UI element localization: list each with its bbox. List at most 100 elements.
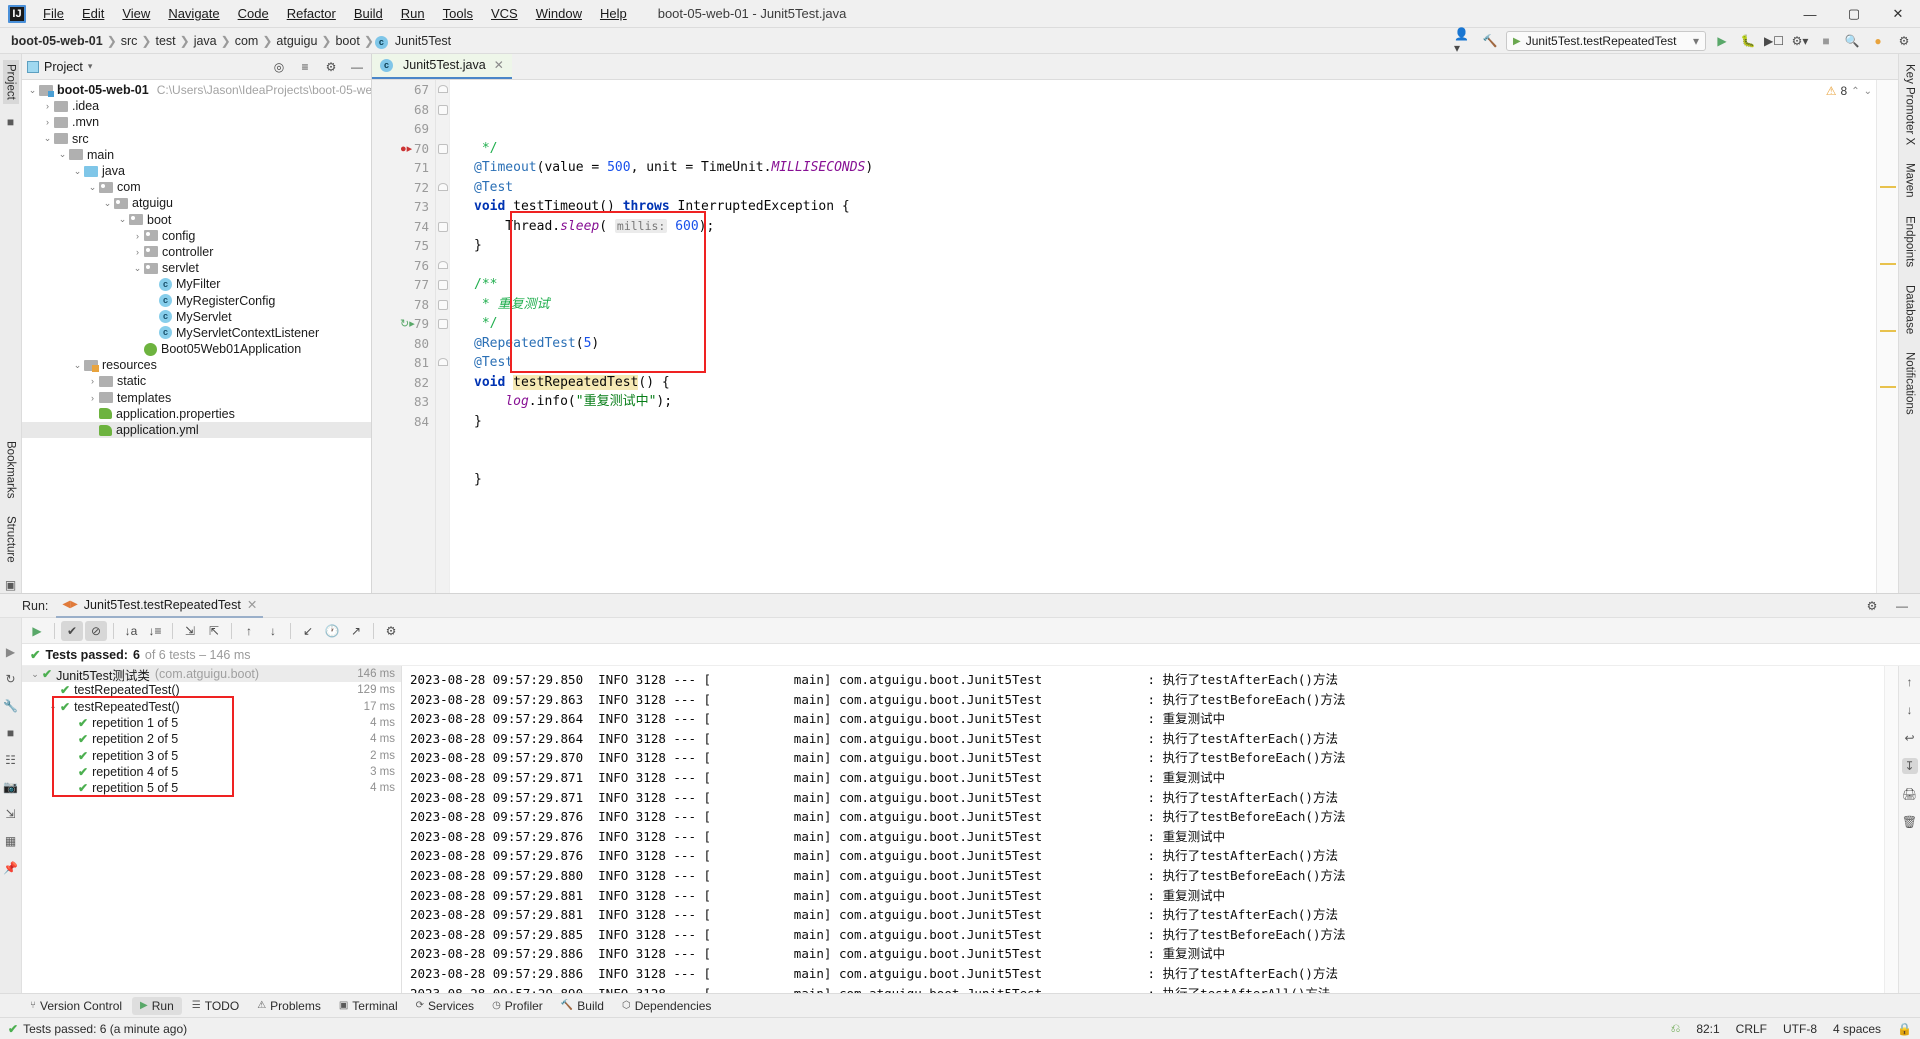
sidebar-item-structure[interactable]: Structure xyxy=(3,512,19,567)
project-tree-item[interactable]: application.yml xyxy=(22,422,371,438)
project-tree-item[interactable]: ›.idea xyxy=(22,98,371,114)
fold-marker[interactable] xyxy=(438,105,448,115)
gear-icon[interactable]: ⚙ xyxy=(321,57,341,77)
sidebar-item-endpoints[interactable]: Endpoints xyxy=(1902,212,1918,271)
sidebar-item-bookmarks[interactable]: Bookmarks xyxy=(3,437,19,503)
sidebar-item-maven[interactable]: Maven xyxy=(1902,159,1918,202)
pin-icon[interactable]: 📌 xyxy=(3,860,19,876)
rerun-test-icon[interactable]: ↻▸ xyxy=(400,317,415,330)
project-tree-item[interactable]: cMyFilter xyxy=(22,276,371,292)
project-tree-item[interactable]: ⌄atguigu xyxy=(22,195,371,211)
chevron-down-icon[interactable]: ⌄ xyxy=(1864,86,1872,97)
run-button[interactable]: ▶ xyxy=(1712,31,1732,51)
hide-icon[interactable]: — xyxy=(1892,596,1912,616)
project-tree-item[interactable]: ⌄com xyxy=(22,179,371,195)
code-line[interactable]: @Test xyxy=(474,353,1898,373)
project-tree-item[interactable]: ›static xyxy=(22,373,371,389)
project-tree-item[interactable]: ⌄src xyxy=(22,131,371,147)
bottom-tab-profiler[interactable]: ◷Profiler xyxy=(484,997,551,1015)
sidebar-item-key-promoter[interactable]: Key Promoter X xyxy=(1902,60,1918,149)
breadcrumb-item-test[interactable]: test xyxy=(152,34,178,48)
trash-icon[interactable]: 🗑 xyxy=(1902,814,1918,830)
bottom-tab-version-control[interactable]: ⑂Version Control xyxy=(22,997,130,1015)
close-icon[interactable]: ✕ xyxy=(494,58,504,72)
test-tree-item[interactable]: ✔repetition 5 of 54 ms xyxy=(22,780,401,796)
import-icon[interactable]: ⇲ xyxy=(3,806,19,822)
menu-tools[interactable]: Tools xyxy=(434,2,482,25)
bottom-tab-todo[interactable]: ☰TODO xyxy=(184,997,247,1015)
chevron-down-icon[interactable]: ⌄ xyxy=(26,85,39,96)
scroll-to-source-button[interactable]: ↙ xyxy=(297,621,319,641)
rerun-failed-icon[interactable]: ↻ xyxy=(3,671,19,687)
maximize-button[interactable]: ▢ xyxy=(1832,0,1876,28)
project-tree[interactable]: ⌄boot-05-web-01C:\Users\Jason\IdeaProjec… xyxy=(22,80,371,593)
expand-all-button[interactable]: ⇲ xyxy=(179,621,201,641)
next-failed-button[interactable]: ↓ xyxy=(262,621,284,641)
fold-marker[interactable] xyxy=(438,358,448,366)
code-line[interactable]: void testRepeatedTest() { xyxy=(474,373,1898,393)
code-line[interactable]: @Timeout(value = 500, unit = TimeUnit.MI… xyxy=(474,158,1898,178)
sidebar-item-notifications[interactable]: Notifications xyxy=(1902,348,1918,419)
code-line[interactable]: */ xyxy=(474,139,1898,159)
test-tree-item[interactable]: ✔testRepeatedTest()129 ms xyxy=(22,682,401,698)
project-tree-item[interactable]: ›controller xyxy=(22,244,371,260)
project-tree-item[interactable]: ⌄main xyxy=(22,147,371,163)
menu-build[interactable]: Build xyxy=(345,2,392,25)
code-line[interactable] xyxy=(474,451,1898,471)
scroll-to-end-icon[interactable]: ↧ xyxy=(1902,758,1918,774)
breadcrumb-item-atguigu[interactable]: atguigu xyxy=(273,34,320,48)
project-tree-item[interactable]: ⌄servlet xyxy=(22,260,371,276)
close-icon[interactable]: ✕ xyxy=(247,597,257,612)
grid-icon[interactable]: ▦ xyxy=(3,833,19,849)
line-separator[interactable]: CRLF xyxy=(1736,1022,1767,1036)
profile-icon[interactable]: ⚙▾ xyxy=(1790,31,1810,51)
run-test-icon[interactable]: ●▸ xyxy=(400,142,412,155)
show-passed-toggle[interactable]: ✔ xyxy=(61,621,83,641)
fold-marker[interactable] xyxy=(438,261,448,269)
project-tree-item[interactable]: application.properties xyxy=(22,406,371,422)
code-line[interactable]: } xyxy=(474,470,1898,490)
show-ignored-toggle[interactable]: ⊘ xyxy=(85,621,107,641)
chevron-up-icon[interactable]: ⌃ xyxy=(1851,86,1859,97)
code-line[interactable]: } xyxy=(474,236,1898,256)
settings-icon[interactable]: ⚙ xyxy=(1894,31,1914,51)
chevron-down-icon[interactable]: ⌄ xyxy=(56,149,69,160)
soft-wrap-icon[interactable]: ↩ xyxy=(1902,730,1918,746)
project-tree-item[interactable]: ⌄boot-05-web-01C:\Users\Jason\IdeaProjec… xyxy=(22,82,371,98)
project-tree-item[interactable]: cMyServlet xyxy=(22,309,371,325)
menu-window[interactable]: Window xyxy=(527,2,591,25)
coverage-icon[interactable]: ▶☐ xyxy=(1764,31,1784,51)
editor-fold-column[interactable] xyxy=(436,80,450,593)
code-line[interactable] xyxy=(474,256,1898,276)
rerun-small-icon[interactable]: ▶ xyxy=(3,644,19,660)
close-button[interactable]: ✕ xyxy=(1876,0,1920,28)
menu-edit[interactable]: Edit xyxy=(73,2,113,25)
account-icon[interactable]: 👤▾ xyxy=(1454,31,1474,51)
test-results-tree[interactable]: ⌄✔Junit5Test测试类(com.atguigu.boot)146 ms✔… xyxy=(22,666,402,993)
camera-icon[interactable]: 📷 xyxy=(3,779,19,795)
fold-marker[interactable] xyxy=(438,183,448,191)
menu-view[interactable]: View xyxy=(113,2,159,25)
project-tree-item[interactable]: ›.mvn xyxy=(22,114,371,130)
chevron-down-icon[interactable]: ⌄ xyxy=(28,669,42,680)
test-settings-button[interactable]: ⚙ xyxy=(380,621,402,641)
editor-marker-bar[interactable] xyxy=(1876,80,1898,593)
previous-failed-button[interactable]: ↑ xyxy=(238,621,260,641)
fold-marker[interactable] xyxy=(438,319,448,329)
gear-icon[interactable]: ⚙ xyxy=(1862,596,1882,616)
code-line[interactable]: */ xyxy=(474,314,1898,334)
export-button[interactable]: ↗ xyxy=(345,621,367,641)
fold-marker[interactable] xyxy=(438,85,448,93)
chevron-down-icon[interactable]: ⌄ xyxy=(131,263,144,274)
updates-icon[interactable]: ● xyxy=(1868,31,1888,51)
chevron-right-icon[interactable]: › xyxy=(131,231,144,241)
chevron-down-icon[interactable]: ⌄ xyxy=(86,182,99,193)
fold-marker[interactable] xyxy=(438,300,448,310)
lock-icon[interactable]: 🔒 xyxy=(1897,1022,1912,1036)
chevron-right-icon[interactable]: › xyxy=(86,393,99,403)
bottom-tab-services[interactable]: ⟳Services xyxy=(408,997,482,1015)
sort-alphabetically-button[interactable]: ↓a xyxy=(120,621,142,641)
rerun-button[interactable]: ▶ xyxy=(26,621,48,641)
indent-setting[interactable]: 4 spaces xyxy=(1833,1022,1881,1036)
chevron-right-icon[interactable]: › xyxy=(41,117,54,127)
